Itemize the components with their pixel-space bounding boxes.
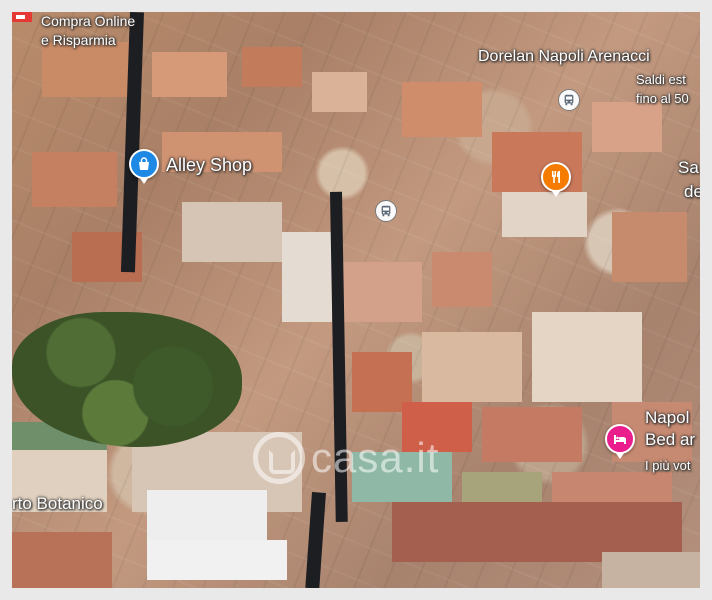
label-dorelan-fino: fino al 50	[636, 91, 689, 106]
label-dorelan-napoli[interactable]: Dorelan Napoli Arenacci	[478, 48, 650, 66]
building-roof	[42, 42, 132, 97]
building-roof	[152, 52, 227, 97]
building-roof	[532, 312, 642, 402]
bus-icon[interactable]	[375, 200, 397, 222]
building-roof	[422, 332, 522, 402]
building-roof	[147, 540, 287, 580]
building-roof	[12, 532, 112, 588]
shopping-bag-icon[interactable]	[129, 149, 159, 184]
bed-icon[interactable]	[605, 424, 635, 459]
label-e-risparmia[interactable]: e Risparmia	[41, 32, 116, 48]
building-roof	[282, 232, 332, 322]
building-roof	[32, 152, 117, 207]
label-piu-votati: I più vot	[645, 458, 691, 473]
casa-it-watermark: casa.it	[253, 422, 473, 494]
label-alley-shop[interactable]: Alley Shop	[166, 155, 252, 176]
label-right-edge-de: de	[684, 182, 700, 201]
building-roof	[312, 72, 367, 112]
label-right-edge-sa: Sa	[678, 158, 699, 177]
building-roof	[612, 212, 687, 282]
building-roof	[502, 192, 587, 237]
label-napoli[interactable]: Napol	[645, 408, 689, 428]
building-roof	[552, 472, 672, 502]
building-roof	[592, 102, 662, 152]
map-frame: Compra Online e Risparmia Dorelan Napoli…	[0, 0, 712, 600]
casa-logo-icon	[253, 432, 305, 484]
bus-icon[interactable]	[558, 89, 580, 111]
map-view[interactable]: Compra Online e Risparmia Dorelan Napoli…	[12, 12, 700, 588]
label-orto-botanico[interactable]: rto Botanico	[12, 494, 103, 514]
building-roof	[182, 202, 282, 262]
fork-knife-icon[interactable]	[541, 162, 571, 197]
building-roof	[432, 252, 492, 307]
building-roof	[242, 47, 302, 87]
building-roof	[402, 82, 482, 137]
label-dorelan-saldi: Saldi est	[636, 72, 686, 87]
label-bed-and[interactable]: Bed ar	[645, 430, 695, 450]
building-roof	[147, 490, 267, 540]
building-roof	[602, 552, 700, 588]
building-roof	[482, 407, 582, 462]
watermark-text: casa.it	[311, 434, 440, 481]
label-compra-online[interactable]: Compra Online	[41, 13, 135, 29]
ad-flag-icon	[12, 12, 32, 22]
building-roof	[342, 262, 422, 322]
